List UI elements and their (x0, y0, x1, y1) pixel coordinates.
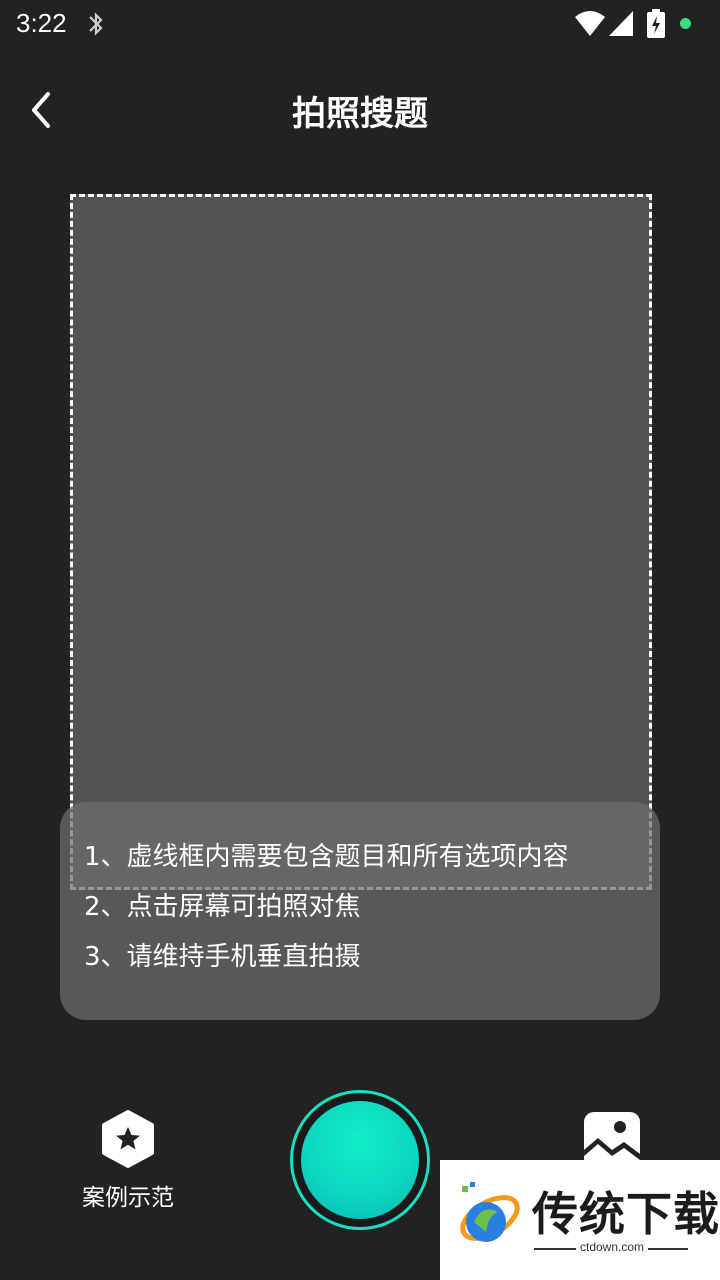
tip-line: 2、点击屏幕可拍照对焦 (84, 892, 361, 922)
privacy-indicator-dot (680, 18, 691, 29)
battery-charging-icon (647, 9, 665, 38)
camera-guide-frame[interactable] (70, 194, 652, 890)
bluetooth-icon (89, 12, 103, 36)
site-logo-icon (460, 1182, 520, 1242)
watermark-title: 传统下载 (532, 1187, 720, 1241)
tip-line: 3、请维持手机垂直拍摄 (84, 942, 361, 972)
examples-label: 案例示范 (82, 1185, 174, 1211)
status-time: 3:22 (16, 8, 67, 38)
tip-line: 1、虚线框内需要包含题目和所有选项内容 (84, 842, 569, 872)
star-badge-icon (102, 1110, 154, 1168)
header: 拍照搜题 (0, 70, 720, 150)
status-bar: 3:22 (0, 0, 720, 50)
watermark-domain: ctdown.com (576, 1240, 649, 1254)
wifi-icon (575, 11, 605, 36)
tips-panel: 1、虚线框内需要包含题目和所有选项内容 2、点击屏幕可拍照对焦 3、请维持手机垂… (60, 802, 660, 1020)
shutter-core (301, 1101, 419, 1219)
examples-button[interactable]: 案例示范 (78, 1110, 178, 1211)
signal-icon (609, 11, 633, 36)
shutter-button[interactable] (290, 1090, 430, 1230)
page-title: 拍照搜题 (292, 94, 428, 134)
watermark: 传统下载 ctdown.com (440, 1160, 720, 1280)
